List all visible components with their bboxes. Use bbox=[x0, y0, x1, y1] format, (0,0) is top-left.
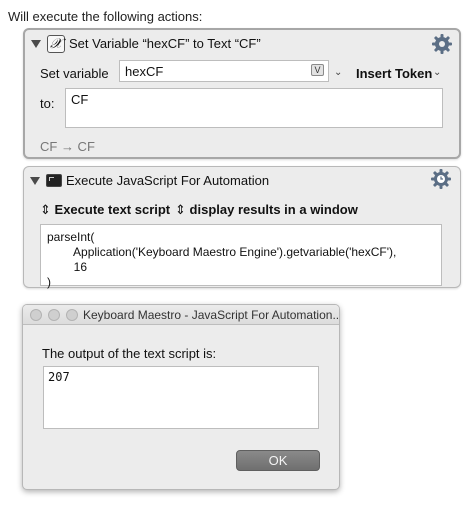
output-text-area[interactable]: 207 bbox=[43, 366, 319, 429]
to-label: to: bbox=[40, 96, 55, 111]
script-text-area[interactable]: parseInt( Application('Keyboard Maestro … bbox=[40, 224, 442, 289]
set-variable-action[interactable]: 𝒳 Set Variable “hexCF” to Text “CF” Set … bbox=[23, 28, 461, 159]
to-text-field[interactable]: CF bbox=[65, 88, 443, 128]
results-option-label: display results in a window bbox=[189, 202, 358, 217]
terminal-icon bbox=[46, 174, 62, 187]
results-option-popup[interactable]: ⇕ display results in a window bbox=[175, 202, 358, 218]
ok-button[interactable]: OK bbox=[236, 450, 320, 471]
execute-option-label: Execute text script bbox=[54, 202, 171, 217]
action-title: Set Variable “hexCF” to Text “CF” bbox=[69, 36, 261, 51]
window-titlebar[interactable]: Keyboard Maestro - JavaScript For Automa… bbox=[23, 305, 339, 325]
actions-heading: Will execute the following actions: bbox=[8, 9, 203, 24]
script-output-window: Keyboard Maestro - JavaScript For Automa… bbox=[22, 304, 340, 490]
minimize-window-button[interactable] bbox=[48, 309, 60, 321]
gear-icon[interactable] bbox=[431, 33, 453, 55]
gear-clock-icon[interactable] bbox=[430, 168, 452, 190]
variable-x-icon: 𝒳 bbox=[47, 35, 65, 53]
variable-name-field[interactable]: hexCF bbox=[119, 60, 329, 82]
zoom-window-button[interactable] bbox=[66, 309, 78, 321]
disclosure-triangle-icon[interactable] bbox=[31, 40, 41, 48]
text-preview: CF → CF bbox=[40, 139, 95, 154]
close-window-button[interactable] bbox=[30, 309, 42, 321]
window-title: Keyboard Maestro - JavaScript For Automa… bbox=[83, 308, 340, 322]
disclosure-triangle-icon[interactable] bbox=[30, 177, 40, 185]
output-message: The output of the text script is: bbox=[42, 346, 217, 361]
insert-token-button[interactable]: Insert Token bbox=[356, 66, 432, 81]
execute-option-popup[interactable]: ⇕ Execute text script bbox=[40, 202, 170, 218]
action-title: Execute JavaScript For Automation bbox=[66, 173, 270, 188]
execute-jxa-action[interactable]: Execute JavaScript For Automation ⇕ Exec… bbox=[23, 166, 461, 289]
updown-arrows-icon: ⇕ bbox=[40, 202, 51, 217]
variable-badge[interactable]: V bbox=[311, 64, 324, 76]
set-variable-label: Set variable bbox=[40, 66, 109, 81]
variable-chevron-down-icon[interactable]: ⌄ bbox=[334, 67, 342, 78]
updown-arrows-icon: ⇕ bbox=[175, 202, 186, 217]
insert-token-chevron-down-icon[interactable]: ⌄ bbox=[433, 67, 441, 78]
